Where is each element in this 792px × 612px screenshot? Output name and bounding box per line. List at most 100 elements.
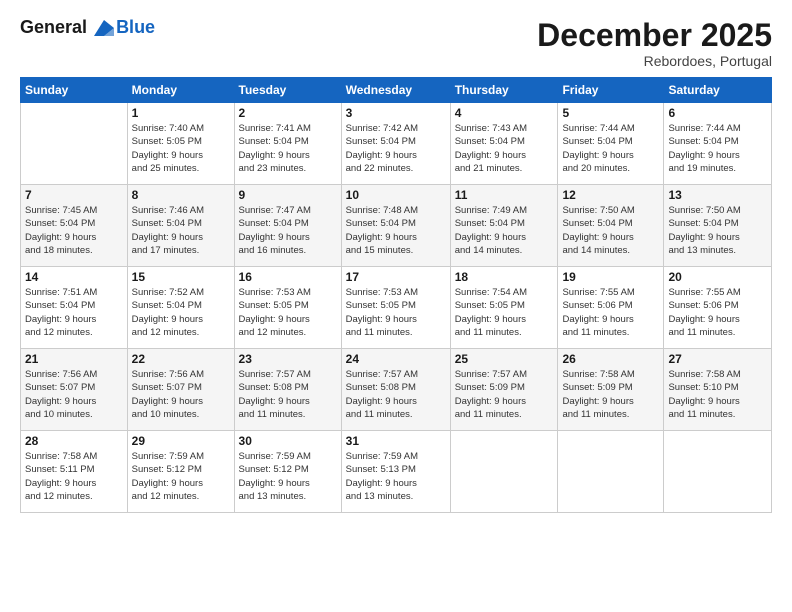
day-info: Sunrise: 7:57 AM Sunset: 5:09 PM Dayligh… xyxy=(455,368,554,421)
day-number: 11 xyxy=(455,188,554,202)
day-number: 26 xyxy=(562,352,659,366)
day-info: Sunrise: 7:55 AM Sunset: 5:06 PM Dayligh… xyxy=(668,286,767,339)
day-info: Sunrise: 7:47 AM Sunset: 5:04 PM Dayligh… xyxy=(239,204,337,257)
day-info: Sunrise: 7:57 AM Sunset: 5:08 PM Dayligh… xyxy=(346,368,446,421)
day-number: 20 xyxy=(668,270,767,284)
day-number: 30 xyxy=(239,434,337,448)
weekday-header: Wednesday xyxy=(341,78,450,103)
day-number: 3 xyxy=(346,106,446,120)
calendar-cell: 9Sunrise: 7:47 AM Sunset: 5:04 PM Daylig… xyxy=(234,185,341,267)
day-info: Sunrise: 7:52 AM Sunset: 5:04 PM Dayligh… xyxy=(132,286,230,339)
calendar-cell: 28 Sunrise: 7:58 AM Sunset: 5:11 PM Dayli… xyxy=(21,431,128,513)
day-number: 17 xyxy=(346,270,446,284)
day-info: Sunrise: 7:49 AM Sunset: 5:04 PM Dayligh… xyxy=(455,204,554,257)
calendar-cell: 25 Sunrise: 7:57 AM Sunset: 5:09 PM Dayli… xyxy=(450,349,558,431)
calendar-cell: 2 Sunrise: 7:41 AM Sunset: 5:04 PM Daylig… xyxy=(234,103,341,185)
day-info: Sunrise: 7:59 AM Sunset: 5:12 PM Dayligh… xyxy=(132,450,230,503)
day-info: Sunrise: 7:53 AM Sunset: 5:05 PM Dayligh… xyxy=(346,286,446,339)
calendar-cell: 24Sunrise: 7:57 AM Sunset: 5:08 PM Dayli… xyxy=(341,349,450,431)
day-number: 1 xyxy=(132,106,230,120)
calendar-cell: 15 Sunrise: 7:52 AM Sunset: 5:04 PM Dayli… xyxy=(127,267,234,349)
calendar-cell: 21Sunrise: 7:56 AM Sunset: 5:07 PM Dayli… xyxy=(21,349,128,431)
calendar-cell: 8Sunrise: 7:46 AM Sunset: 5:04 PM Daylig… xyxy=(127,185,234,267)
logo-blue: Blue xyxy=(116,18,155,38)
day-number: 7 xyxy=(25,188,123,202)
logo: General Blue xyxy=(20,18,155,38)
weekday-header: Monday xyxy=(127,78,234,103)
day-info: Sunrise: 7:44 AM Sunset: 5:04 PM Dayligh… xyxy=(562,122,659,175)
day-info: Sunrise: 7:42 AM Sunset: 5:04 PM Dayligh… xyxy=(346,122,446,175)
location: Rebordoes, Portugal xyxy=(537,53,772,69)
calendar-cell: 22 Sunrise: 7:56 AM Sunset: 5:07 PM Dayli… xyxy=(127,349,234,431)
calendar-cell xyxy=(664,431,772,513)
day-info: Sunrise: 7:40 AM Sunset: 5:05 PM Dayligh… xyxy=(132,122,230,175)
calendar-cell: 13Sunrise: 7:50 AM Sunset: 5:04 PM Dayli… xyxy=(664,185,772,267)
calendar-cell: 27 Sunrise: 7:58 AM Sunset: 5:10 PM Dayli… xyxy=(664,349,772,431)
day-info: Sunrise: 7:55 AM Sunset: 5:06 PM Dayligh… xyxy=(562,286,659,339)
calendar-cell: 30 Sunrise: 7:59 AM Sunset: 5:12 PM Dayli… xyxy=(234,431,341,513)
calendar-cell xyxy=(21,103,128,185)
calendar-cell: 14Sunrise: 7:51 AM Sunset: 5:04 PM Dayli… xyxy=(21,267,128,349)
day-number: 27 xyxy=(668,352,767,366)
calendar-cell: 16 Sunrise: 7:53 AM Sunset: 5:05 PM Dayli… xyxy=(234,267,341,349)
day-number: 6 xyxy=(668,106,767,120)
day-number: 25 xyxy=(455,352,554,366)
title-block: December 2025 Rebordoes, Portugal xyxy=(537,18,772,69)
day-number: 19 xyxy=(562,270,659,284)
day-number: 31 xyxy=(346,434,446,448)
logo-general: General xyxy=(20,17,87,37)
day-info: Sunrise: 7:59 AM Sunset: 5:13 PM Dayligh… xyxy=(346,450,446,503)
day-info: Sunrise: 7:58 AM Sunset: 5:10 PM Dayligh… xyxy=(668,368,767,421)
day-info: Sunrise: 7:48 AM Sunset: 5:04 PM Dayligh… xyxy=(346,204,446,257)
calendar-cell: 6 Sunrise: 7:44 AM Sunset: 5:04 PM Daylig… xyxy=(664,103,772,185)
calendar-cell: 11 Sunrise: 7:49 AM Sunset: 5:04 PM Dayli… xyxy=(450,185,558,267)
calendar-cell: 20 Sunrise: 7:55 AM Sunset: 5:06 PM Dayli… xyxy=(664,267,772,349)
calendar-cell: 31 Sunrise: 7:59 AM Sunset: 5:13 PM Dayli… xyxy=(341,431,450,513)
calendar-header-row: SundayMondayTuesdayWednesdayThursdayFrid… xyxy=(21,78,772,103)
day-info: Sunrise: 7:45 AM Sunset: 5:04 PM Dayligh… xyxy=(25,204,123,257)
calendar-week-row: 7 Sunrise: 7:45 AM Sunset: 5:04 PM Daylig… xyxy=(21,185,772,267)
calendar-table: SundayMondayTuesdayWednesdayThursdayFrid… xyxy=(20,77,772,513)
day-number: 12 xyxy=(562,188,659,202)
calendar-cell: 4Sunrise: 7:43 AM Sunset: 5:04 PM Daylig… xyxy=(450,103,558,185)
day-info: Sunrise: 7:53 AM Sunset: 5:05 PM Dayligh… xyxy=(239,286,337,339)
day-info: Sunrise: 7:59 AM Sunset: 5:12 PM Dayligh… xyxy=(239,450,337,503)
calendar-cell xyxy=(450,431,558,513)
calendar-cell: 18Sunrise: 7:54 AM Sunset: 5:05 PM Dayli… xyxy=(450,267,558,349)
day-number: 18 xyxy=(455,270,554,284)
day-number: 28 xyxy=(25,434,123,448)
calendar-cell: 1 Sunrise: 7:40 AM Sunset: 5:05 PM Daylig… xyxy=(127,103,234,185)
day-number: 2 xyxy=(239,106,337,120)
day-info: Sunrise: 7:58 AM Sunset: 5:11 PM Dayligh… xyxy=(25,450,123,503)
day-info: Sunrise: 7:41 AM Sunset: 5:04 PM Dayligh… xyxy=(239,122,337,175)
calendar-cell: 26 Sunrise: 7:58 AM Sunset: 5:09 PM Dayli… xyxy=(558,349,664,431)
calendar-cell: 12Sunrise: 7:50 AM Sunset: 5:04 PM Dayli… xyxy=(558,185,664,267)
weekday-header: Sunday xyxy=(21,78,128,103)
day-number: 16 xyxy=(239,270,337,284)
calendar-cell: 23 Sunrise: 7:57 AM Sunset: 5:08 PM Dayli… xyxy=(234,349,341,431)
logo-icon xyxy=(94,20,114,36)
calendar-week-row: 1 Sunrise: 7:40 AM Sunset: 5:05 PM Daylig… xyxy=(21,103,772,185)
header: General Blue December 2025 Rebordoes, Po… xyxy=(20,18,772,69)
calendar-cell: 5Sunrise: 7:44 AM Sunset: 5:04 PM Daylig… xyxy=(558,103,664,185)
day-info: Sunrise: 7:51 AM Sunset: 5:04 PM Dayligh… xyxy=(25,286,123,339)
calendar-cell: 19 Sunrise: 7:55 AM Sunset: 5:06 PM Dayli… xyxy=(558,267,664,349)
day-info: Sunrise: 7:56 AM Sunset: 5:07 PM Dayligh… xyxy=(132,368,230,421)
day-info: Sunrise: 7:58 AM Sunset: 5:09 PM Dayligh… xyxy=(562,368,659,421)
day-info: Sunrise: 7:57 AM Sunset: 5:08 PM Dayligh… xyxy=(239,368,337,421)
day-number: 15 xyxy=(132,270,230,284)
weekday-header: Saturday xyxy=(664,78,772,103)
day-number: 22 xyxy=(132,352,230,366)
calendar-week-row: 14Sunrise: 7:51 AM Sunset: 5:04 PM Dayli… xyxy=(21,267,772,349)
calendar-week-row: 21Sunrise: 7:56 AM Sunset: 5:07 PM Dayli… xyxy=(21,349,772,431)
day-number: 8 xyxy=(132,188,230,202)
calendar-cell: 10Sunrise: 7:48 AM Sunset: 5:04 PM Dayli… xyxy=(341,185,450,267)
calendar-week-row: 28 Sunrise: 7:58 AM Sunset: 5:11 PM Dayli… xyxy=(21,431,772,513)
calendar-cell xyxy=(558,431,664,513)
day-number: 13 xyxy=(668,188,767,202)
weekday-header: Tuesday xyxy=(234,78,341,103)
day-number: 4 xyxy=(455,106,554,120)
day-number: 23 xyxy=(239,352,337,366)
day-info: Sunrise: 7:44 AM Sunset: 5:04 PM Dayligh… xyxy=(668,122,767,175)
page: General Blue December 2025 Rebordoes, Po… xyxy=(0,0,792,612)
